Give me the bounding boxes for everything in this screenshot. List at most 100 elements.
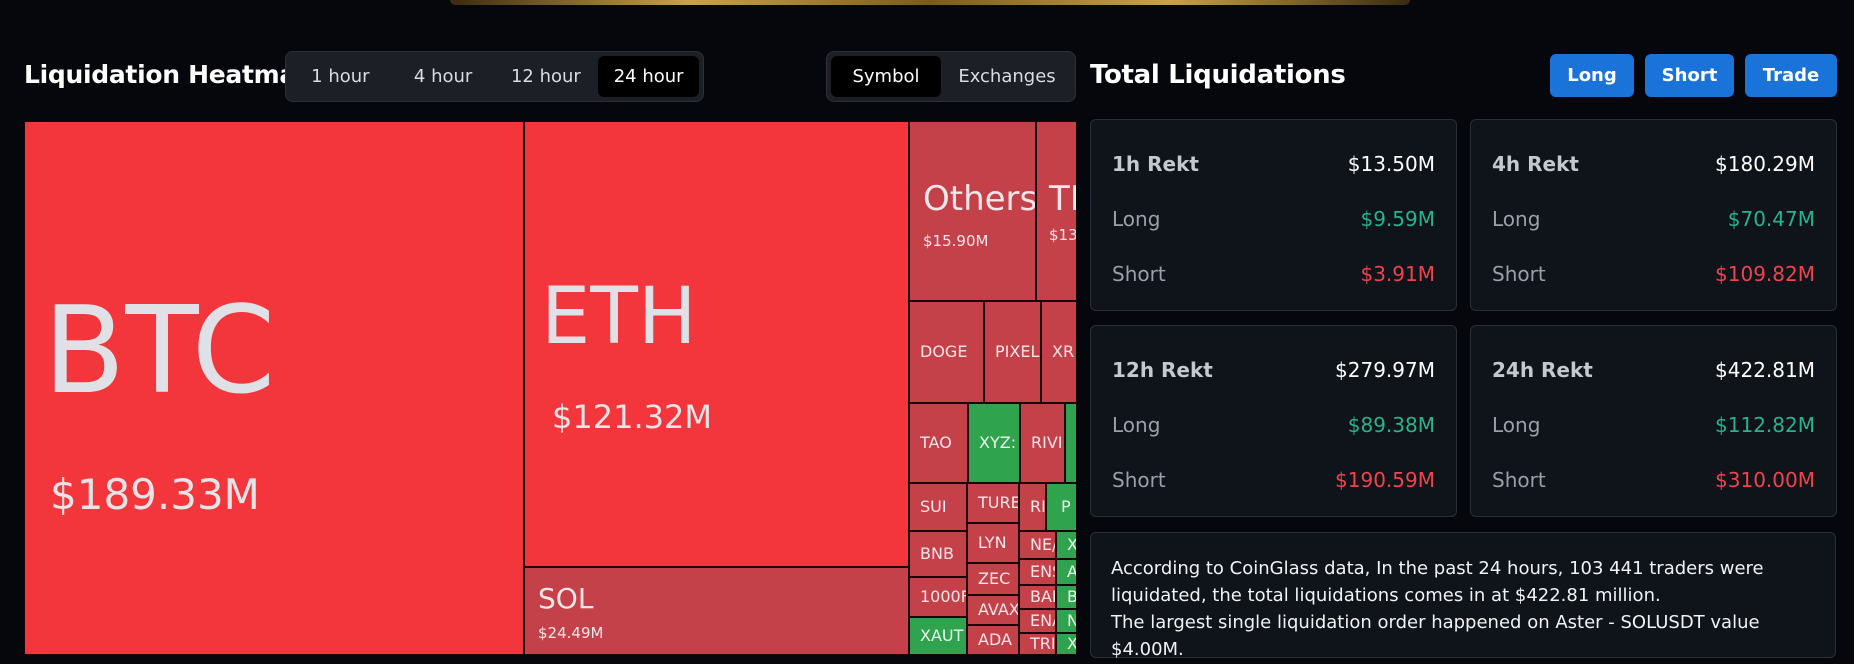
rekt-card-24h: 24h Rekt $422.81M Long $112.82M Short $310.… bbox=[1470, 325, 1837, 517]
tile-value: $24.49M bbox=[538, 624, 604, 642]
tile-lyn[interactable]: LYN bbox=[967, 523, 1019, 563]
card-title: 4h Rekt bbox=[1492, 152, 1579, 176]
tile-n[interactable]: N bbox=[1056, 609, 1076, 633]
tile-xaut[interactable]: XAUT bbox=[909, 617, 967, 655]
tile-ena[interactable]: ENA bbox=[1019, 609, 1056, 633]
tile-xr[interactable]: XR bbox=[1041, 301, 1076, 403]
short-label: Short bbox=[1492, 468, 1546, 492]
tile-tri[interactable]: TRI bbox=[1019, 633, 1056, 655]
tile-symbol: AVAX bbox=[978, 600, 1019, 619]
tab-1-hour[interactable]: 1 hour bbox=[290, 56, 391, 97]
tile-b[interactable]: B bbox=[1056, 585, 1076, 609]
card-total: $279.97M bbox=[1335, 358, 1435, 382]
short-value: $190.59M bbox=[1335, 468, 1435, 492]
tile-btc[interactable]: BTC $189.33M bbox=[24, 121, 524, 655]
trade-button[interactable]: Trade bbox=[1745, 54, 1837, 97]
short-button[interactable]: Short bbox=[1645, 54, 1734, 97]
short-label: Short bbox=[1112, 262, 1166, 286]
tile-symbol: RI bbox=[1030, 497, 1046, 516]
tile-symbol: ADA bbox=[978, 630, 1012, 649]
card-total: $422.81M bbox=[1715, 358, 1815, 382]
rekt-card-4h: 4h Rekt $180.29M Long $70.47M Short $109.82… bbox=[1470, 119, 1837, 311]
short-label: Short bbox=[1112, 468, 1166, 492]
tile-symbol: RIVI bbox=[1031, 433, 1063, 452]
heatmap-title: Liquidation Heatmap bbox=[24, 60, 314, 89]
tile-bai[interactable]: BAI bbox=[1019, 585, 1056, 609]
tile-symbol: SUI bbox=[920, 497, 947, 516]
tile-value: $13 bbox=[1049, 226, 1076, 244]
tab-symbol[interactable]: Symbol bbox=[831, 56, 941, 97]
tile-symbol: LYN bbox=[978, 533, 1007, 552]
short-value: $3.91M bbox=[1360, 262, 1435, 286]
liquidation-summary: According to CoinGlass data, In the past… bbox=[1090, 532, 1836, 660]
tile-ture[interactable]: TURE bbox=[967, 483, 1019, 523]
long-label: Long bbox=[1112, 413, 1161, 437]
tile-symbol: ENS bbox=[1030, 562, 1055, 581]
long-value: $70.47M bbox=[1727, 207, 1815, 231]
tile-symbol: X bbox=[1067, 636, 1076, 652]
tile-symbol: XAUT bbox=[920, 626, 964, 645]
tile-pixel[interactable]: PIXEL bbox=[984, 301, 1041, 403]
tile-symbol: X bbox=[1067, 537, 1076, 553]
long-value: $9.59M bbox=[1360, 207, 1435, 231]
rekt-card-1h: 1h Rekt $13.50M Long $9.59M Short $3.91M bbox=[1090, 119, 1457, 311]
tile-x-bottom[interactable]: X bbox=[1056, 633, 1076, 655]
tile-symbol: DOGE bbox=[920, 342, 968, 361]
tile-symbol: ZEC bbox=[978, 569, 1011, 588]
tile-symbol: NE/ bbox=[1030, 535, 1056, 554]
tile-value: $189.33M bbox=[50, 470, 260, 519]
tile-symbol: 1000F bbox=[920, 587, 967, 606]
tile-ri[interactable]: RI bbox=[1019, 483, 1046, 531]
card-title: 1h Rekt bbox=[1112, 152, 1199, 176]
tile-ens[interactable]: ENS bbox=[1019, 559, 1056, 585]
tile-symbol: TRI bbox=[1030, 634, 1056, 653]
tile-doge[interactable]: DOGE bbox=[909, 301, 984, 403]
tile-symbol: ENA bbox=[1030, 611, 1055, 630]
tile-eth[interactable]: ETH $121.32M bbox=[524, 121, 909, 567]
tile-symbol: XYZ: bbox=[979, 433, 1017, 452]
tile-symbol: TURE bbox=[978, 493, 1019, 512]
tile-symbol: TAO bbox=[920, 433, 952, 452]
tab-24-hour[interactable]: 24 hour bbox=[598, 56, 699, 97]
total-liquidations-title: Total Liquidations bbox=[1090, 60, 1346, 90]
short-label: Short bbox=[1492, 262, 1546, 286]
tile-sol[interactable]: SOL $24.49M bbox=[524, 567, 909, 655]
tile-1000f[interactable]: 1000F bbox=[909, 577, 967, 617]
summary-line-2: The largest single liquidation order hap… bbox=[1111, 612, 1760, 660]
tile-sui[interactable]: SUI bbox=[909, 483, 967, 531]
summary-line-1: According to CoinGlass data, In the past… bbox=[1111, 558, 1764, 606]
tile-p[interactable]: P bbox=[1046, 483, 1076, 531]
tab-exchanges[interactable]: Exchanges bbox=[943, 56, 1071, 97]
tile-xyz[interactable]: XYZ: bbox=[968, 403, 1020, 483]
tile-symbol: B bbox=[1067, 589, 1076, 605]
tile-symbol: A bbox=[1067, 564, 1076, 580]
tile-avax[interactable]: AVAX bbox=[967, 595, 1019, 625]
tile-tr[interactable]: TR $13 bbox=[1036, 121, 1076, 301]
short-value: $310.00M bbox=[1715, 468, 1815, 492]
time-range-selector: 1 hour 4 hour 12 hour 24 hour bbox=[285, 51, 704, 102]
tile-zec[interactable]: ZEC bbox=[967, 563, 1019, 595]
long-label: Long bbox=[1112, 207, 1161, 231]
tile-x-top[interactable]: X bbox=[1056, 531, 1076, 559]
tile-symbol: PIXEL bbox=[995, 342, 1040, 361]
tile-symbol: P bbox=[1061, 497, 1071, 516]
card-total: $180.29M bbox=[1715, 152, 1815, 176]
tile-tao[interactable]: TAO bbox=[909, 403, 968, 483]
tile-green-unlabeled[interactable] bbox=[1065, 403, 1076, 483]
tile-a[interactable]: A bbox=[1056, 559, 1076, 585]
tile-bnb[interactable]: BNB bbox=[909, 531, 967, 577]
tile-rivi[interactable]: RIVI bbox=[1020, 403, 1065, 483]
tile-ne[interactable]: NE/ bbox=[1019, 531, 1056, 559]
long-button[interactable]: Long bbox=[1550, 54, 1634, 97]
tile-symbol: N bbox=[1067, 613, 1076, 629]
tile-others[interactable]: Others $15.90M bbox=[909, 121, 1036, 301]
tile-ada[interactable]: ADA bbox=[967, 625, 1019, 655]
tile-symbol: BAI bbox=[1030, 587, 1056, 606]
rekt-card-12h: 12h Rekt $279.97M Long $89.38M Short $190.5… bbox=[1090, 325, 1457, 517]
view-selector: Symbol Exchanges bbox=[826, 51, 1076, 102]
tile-symbol: ETH bbox=[541, 272, 697, 362]
tile-symbol: BTC bbox=[43, 282, 276, 421]
tab-4-hour[interactable]: 4 hour bbox=[393, 56, 494, 97]
tile-symbol: XR bbox=[1052, 342, 1075, 361]
tab-12-hour[interactable]: 12 hour bbox=[496, 56, 597, 97]
